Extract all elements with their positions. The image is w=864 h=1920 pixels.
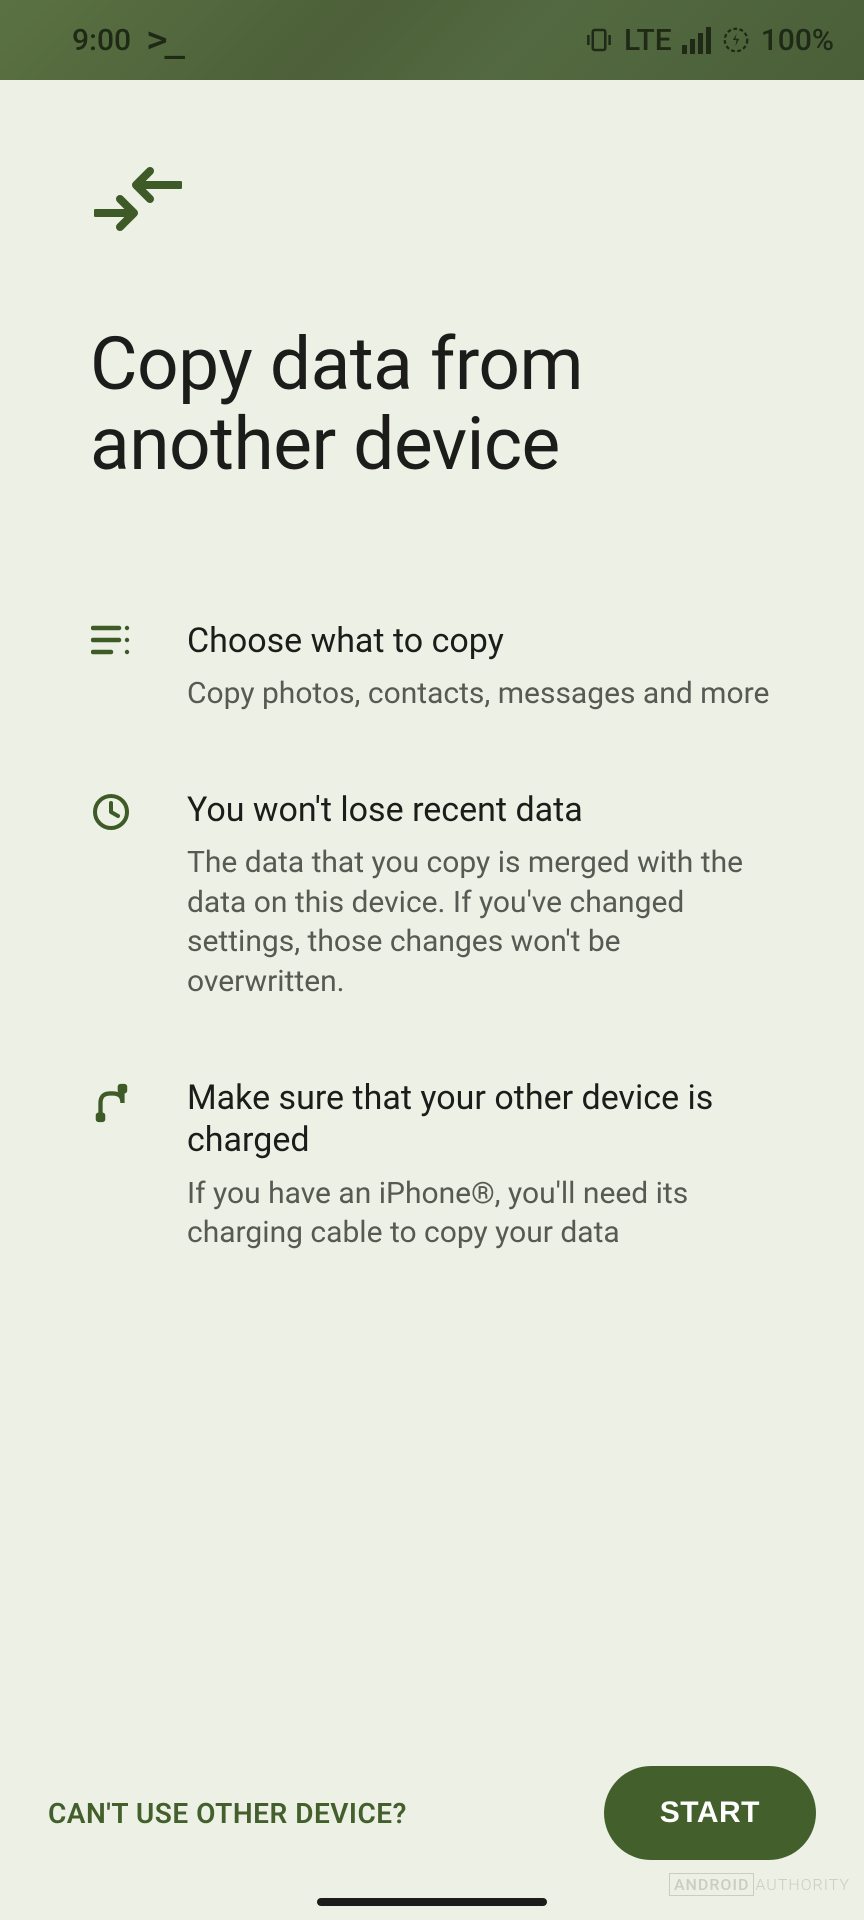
- cant-use-device-link[interactable]: CAN'T USE OTHER DEVICE?: [48, 1797, 407, 1830]
- cable-icon: [90, 1081, 132, 1125]
- clock-icon: [90, 793, 132, 831]
- transfer-icon: [94, 165, 774, 239]
- info-item-title: Choose what to copy: [187, 620, 774, 663]
- info-list: Choose what to copy Copy photos, contact…: [90, 620, 774, 1253]
- info-item-charged: Make sure that your other device is char…: [90, 1077, 774, 1253]
- info-item-choose: Choose what to copy Copy photos, contact…: [90, 620, 774, 714]
- info-item-desc: If you have an iPhone®, you'll need its …: [187, 1174, 774, 1253]
- main-content: Copy data from another device Choose wha…: [0, 80, 864, 1253]
- nav-handle[interactable]: [317, 1898, 547, 1906]
- status-network: LTE: [624, 23, 672, 58]
- signal-icon: [682, 27, 711, 54]
- status-right: LTE 100%: [584, 23, 834, 58]
- terminal-icon: >_: [147, 20, 182, 60]
- list-icon: [90, 624, 132, 656]
- status-bar: 9:00 >_ LTE 100%: [0, 0, 864, 80]
- info-item-title: You won't lose recent data: [187, 789, 774, 832]
- status-time: 9:00: [72, 23, 131, 58]
- start-button[interactable]: START: [604, 1766, 816, 1860]
- battery-icon: [721, 25, 751, 55]
- footer: CAN'T USE OTHER DEVICE? START: [0, 1766, 864, 1860]
- page-title: Copy data from another device: [90, 324, 774, 485]
- info-item-desc: Copy photos, contacts, messages and more: [187, 674, 774, 714]
- status-left: 9:00 >_: [72, 20, 182, 60]
- vibrate-icon: [584, 25, 614, 55]
- watermark: ANDROIDAUTHORITY: [669, 1875, 850, 1894]
- info-item-desc: The data that you copy is merged with th…: [187, 843, 774, 1001]
- info-item-recent-data: You won't lose recent data The data that…: [90, 789, 774, 1002]
- status-battery: 100%: [761, 23, 834, 58]
- info-item-title: Make sure that your other device is char…: [187, 1077, 774, 1162]
